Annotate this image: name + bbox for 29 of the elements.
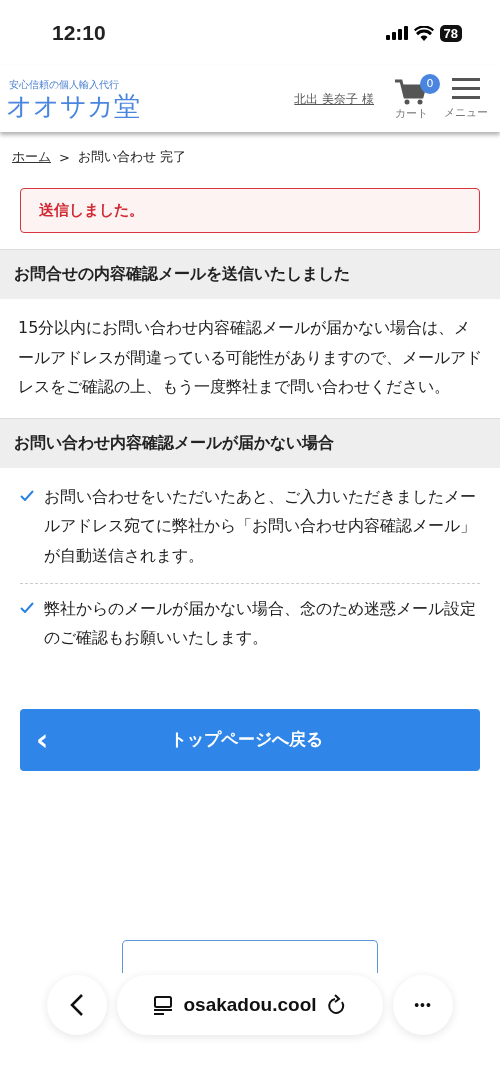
info-paragraph: 15分以内にお問い合わせ内容確認メールが届かない場合は、メールアドレスが間違っている可能性がありますので、メールアドレスをご確認の上、もう一度弊社まで問い合わせください。 xyxy=(17,317,483,399)
site-logo[interactable]: オオサカ堂 xyxy=(6,91,295,121)
reload-icon[interactable] xyxy=(326,994,347,1016)
checklist-text: お問い合わせをいただいたあと、ご入力いただきましたメールアドレス宛てに弊社から「お問い合わせ内容確認メール」が自動送信されます。 xyxy=(44,485,477,567)
wifi-icon xyxy=(413,25,434,41)
page-menu-icon[interactable] xyxy=(153,995,174,1015)
back-to-top-button[interactable]: ‹ トップページへ戻る xyxy=(20,708,480,771)
check-icon xyxy=(20,601,34,613)
url-text: osakadou.cool xyxy=(183,994,317,1016)
section-heading: お問い合わせ内容確認メールが届かない場合 xyxy=(0,417,500,468)
section-heading: お問合せの内容確認メールを送信いたしました xyxy=(0,249,500,299)
more-button[interactable]: ••• xyxy=(393,975,453,1035)
battery-level: 78 xyxy=(439,24,462,42)
check-icon xyxy=(20,489,34,501)
tagline: 安心信頼の個人輸入代行 xyxy=(9,77,120,92)
blog-banner[interactable] xyxy=(122,940,378,973)
signal-icon xyxy=(385,26,408,40)
success-alert: 送信しました。 xyxy=(20,188,480,233)
cart-count-badge: 0 xyxy=(420,73,440,94)
checklist-text: 弊社からのメールが届かない場合、念のため迷惑メール設定のご確認もお願いいたします。 xyxy=(44,597,477,650)
cart-label[interactable]: カート xyxy=(394,105,428,121)
breadcrumb-separator: > xyxy=(59,149,70,165)
menu-label[interactable]: メニュー xyxy=(444,105,488,120)
user-name-link[interactable]: 北出 美奈子 様 xyxy=(294,90,374,108)
breadcrumb-current: お問い合わせ 完了 xyxy=(77,148,187,166)
menu-icon[interactable] xyxy=(452,78,480,100)
breadcrumb-link[interactable]: ホーム xyxy=(12,148,51,166)
address-bar[interactable]: osakadou.cool xyxy=(117,975,383,1035)
status-time: 12:10 xyxy=(52,21,106,45)
